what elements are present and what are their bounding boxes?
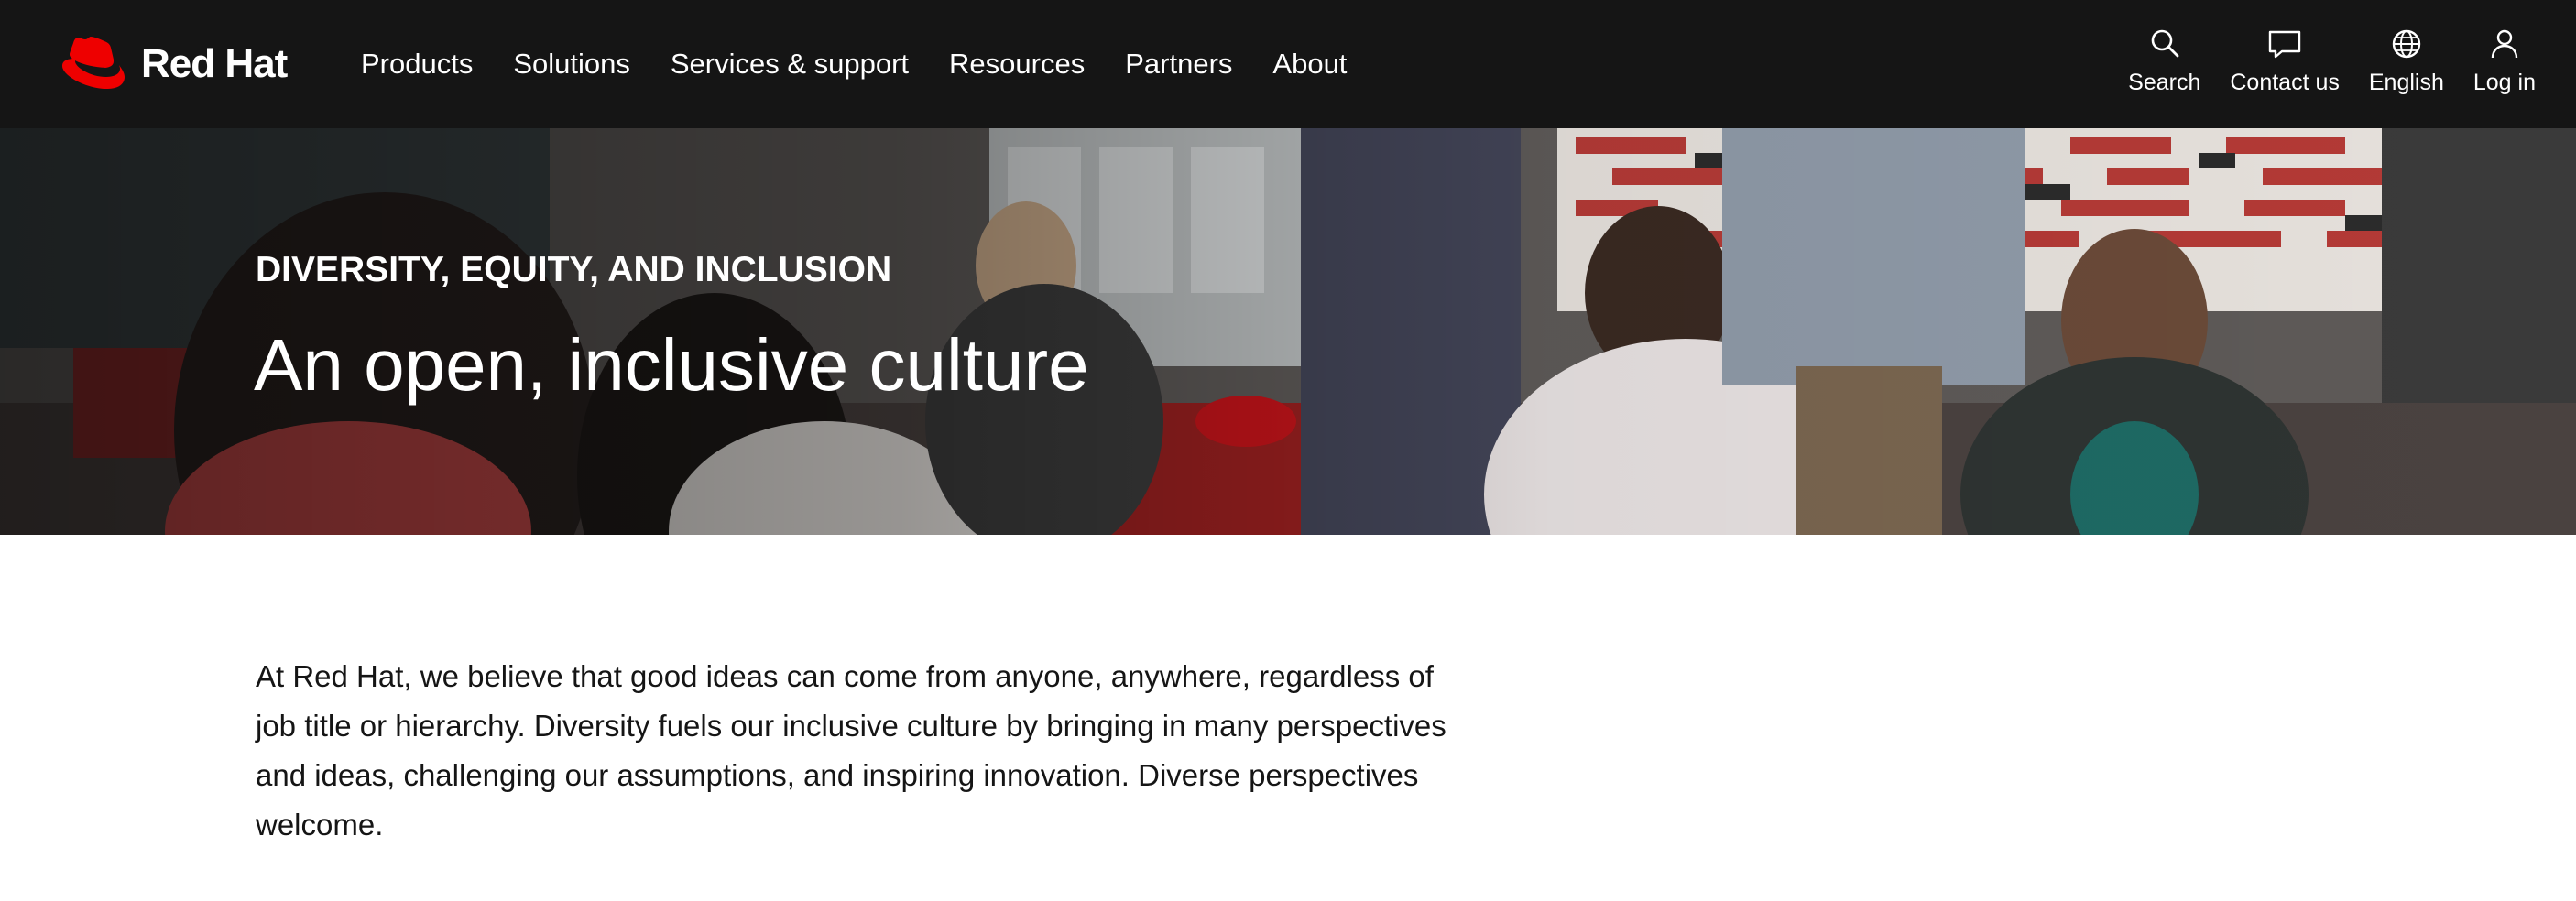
search-label: Search xyxy=(2128,70,2201,95)
brand-name: Red Hat xyxy=(141,41,288,86)
globe-icon xyxy=(2392,29,2421,59)
nav-item-services-support[interactable]: Services & support xyxy=(671,48,909,81)
intro-paragraph: At Red Hat, we believe that good ideas c… xyxy=(256,659,1446,841)
hero-banner: DIVERSITY, EQUITY, AND INCLUSION An open… xyxy=(0,128,2576,535)
nav-item-partners[interactable]: Partners xyxy=(1125,48,1232,81)
nav-item-solutions[interactable]: Solutions xyxy=(513,48,630,81)
nav-item-products[interactable]: Products xyxy=(361,48,473,81)
language-selector[interactable]: English xyxy=(2369,0,2444,96)
red-hat-logo-icon xyxy=(62,37,125,89)
log-in-label: Log in xyxy=(2472,70,2536,95)
language-label: English xyxy=(2368,70,2444,95)
hero-eyebrow: DIVERSITY, EQUITY, AND INCLUSION xyxy=(256,250,892,289)
user-icon xyxy=(2491,29,2518,59)
contact-us-label: Contact us xyxy=(2230,70,2340,95)
chat-icon xyxy=(2268,30,2301,59)
nav-item-resources[interactable]: Resources xyxy=(949,48,1085,81)
page-title: An open, inclusive culture xyxy=(254,324,1089,406)
nav-item-about[interactable]: About xyxy=(1272,48,1347,81)
red-hat-logo-link[interactable]: Red Hat xyxy=(49,33,288,95)
search-icon xyxy=(2151,29,2179,58)
utility-menu: Search Contact us English Log in xyxy=(2099,0,2536,128)
top-navigation-bar: Red Hat Products Solutions Services & su… xyxy=(0,0,2576,128)
log-in-button[interactable]: Log in xyxy=(2473,0,2536,96)
search-button[interactable]: Search xyxy=(2128,0,2200,96)
main-menu: Products Solutions Services & support Re… xyxy=(361,0,1387,128)
contact-us-button[interactable]: Contact us xyxy=(2230,0,2340,96)
